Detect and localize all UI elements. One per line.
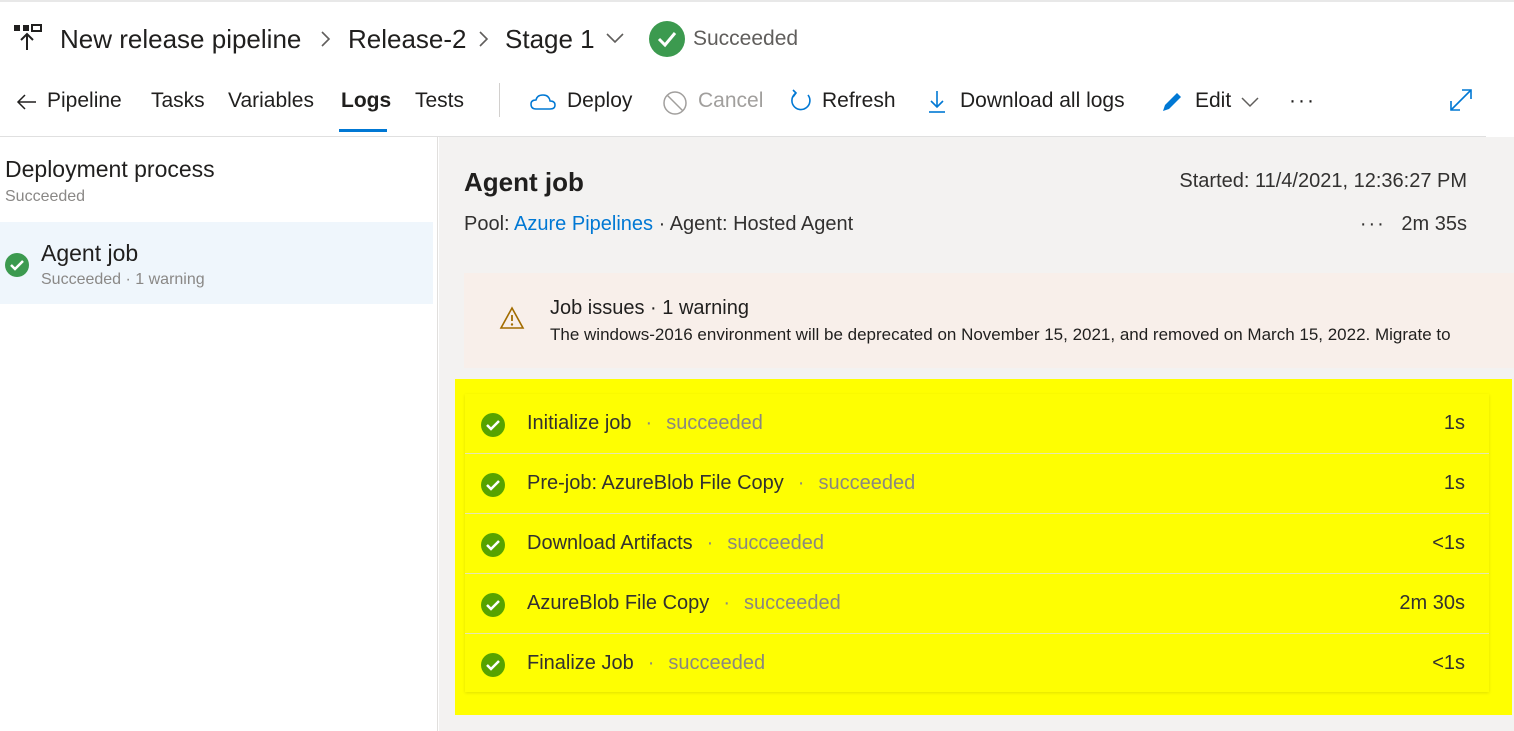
job-duration-row: ··· 2m 35s	[1360, 213, 1467, 236]
pool-link[interactable]: Azure Pipelines	[514, 213, 653, 235]
step-row[interactable]: Download Artifacts · succeeded <1s	[465, 514, 1489, 574]
active-tab-indicator	[339, 129, 387, 132]
check-circle-icon	[481, 473, 505, 497]
check-circle-icon	[481, 413, 505, 437]
breadcrumb-stage[interactable]: Stage 1	[505, 24, 595, 55]
cloud-icon	[530, 94, 556, 110]
step-status: succeeded	[727, 532, 825, 554]
refresh-label: Refresh	[822, 89, 896, 112]
step-name: Initialize job · succeeded	[527, 412, 763, 434]
step-label: Initialize job	[527, 412, 632, 434]
job-duration: 2m 35s	[1401, 213, 1467, 235]
cancel-button[interactable]: Cancel	[662, 89, 764, 115]
step-label: Download Artifacts	[527, 532, 693, 554]
deploy-button[interactable]: Deploy	[530, 89, 632, 113]
step-duration: 1s	[1443, 472, 1465, 494]
step-status: succeeded	[668, 652, 766, 674]
download-icon	[929, 91, 945, 113]
back-to-pipeline-button[interactable]: Pipeline	[16, 89, 122, 113]
succeeded-status-icon	[649, 21, 685, 57]
deployment-process-title: Deployment process	[5, 156, 215, 182]
top-border	[0, 0, 1514, 2]
step-row[interactable]: Finalize Job · succeeded <1s	[465, 634, 1489, 694]
step-status: succeeded	[743, 592, 841, 614]
pencil-icon	[1163, 93, 1181, 111]
step-name: Download Artifacts · succeeded	[527, 532, 825, 554]
step-label: Finalize Job	[527, 652, 634, 674]
step-label: Pre-job: AzureBlob File Copy	[527, 472, 784, 494]
step-status: succeeded	[666, 412, 763, 434]
step-row[interactable]: Initialize job · succeeded 1s	[465, 394, 1489, 454]
tab-tasks[interactable]: Tasks	[151, 89, 205, 113]
sidebar-item-agent-job[interactable]: Agent job Succeeded · 1 warning	[0, 222, 433, 304]
refresh-button[interactable]: Refresh	[789, 89, 896, 113]
step-name: Pre-job: AzureBlob File Copy · succeeded	[527, 472, 916, 494]
toolbar-divider	[499, 83, 500, 117]
step-name: Finalize Job · succeeded	[527, 652, 766, 674]
step-duration: 1s	[1443, 412, 1465, 434]
deployment-process-status: Succeeded	[5, 188, 86, 205]
step-row[interactable]: Pre-job: AzureBlob File Copy · succeeded 1…	[465, 454, 1489, 514]
cancel-icon	[663, 91, 687, 115]
stage-status-text: Succeeded	[693, 27, 799, 50]
chevron-right-icon	[479, 31, 489, 47]
toolbar: Pipeline Tasks Variables Logs Tests Depl…	[0, 80, 1514, 134]
step-status: succeeded	[818, 472, 916, 494]
warning-icon	[499, 306, 525, 329]
step-duration: 2m 30s	[1399, 592, 1465, 614]
agent-job-status: Succeeded · 1 warning	[41, 271, 205, 288]
step-duration: <1s	[1432, 652, 1465, 674]
step-label: AzureBlob File Copy	[527, 592, 710, 614]
check-circle-icon	[5, 253, 29, 277]
job-steps-list: Initialize job · succeeded 1s Pre-job: Azu…	[465, 394, 1489, 692]
release-pipeline-icon	[14, 24, 42, 50]
edit-label: Edit	[1195, 89, 1232, 112]
job-more-button[interactable]: ···	[1360, 213, 1386, 235]
deployment-process-panel: Deployment process Succeeded Agent job S…	[0, 137, 438, 731]
step-row[interactable]: AzureBlob File Copy · succeeded 2m 30s	[465, 574, 1489, 634]
job-started-time: Started: 11/4/2021, 12:36:27 PM	[1179, 170, 1467, 192]
job-pool-info: Pool: Azure Pipelines · Agent: Hosted Ag…	[464, 213, 853, 236]
check-circle-icon	[481, 653, 505, 677]
job-title: Agent job	[464, 167, 584, 197]
cancel-label: Cancel	[698, 89, 764, 112]
tab-variables[interactable]: Variables	[228, 89, 314, 113]
agent-info: · Agent: Hosted Agent	[658, 213, 854, 235]
pool-label: Pool:	[464, 213, 510, 235]
job-details-panel: Agent job Started: 11/4/2021, 12:36:27 P…	[439, 137, 1514, 731]
deploy-label: Deploy	[567, 89, 633, 112]
check-circle-icon	[481, 593, 505, 617]
download-label: Download all logs	[960, 89, 1125, 112]
chevron-down-icon[interactable]	[604, 30, 626, 46]
arrow-left-icon	[16, 94, 36, 110]
expand-icon[interactable]	[1449, 88, 1473, 112]
tab-logs[interactable]: Logs	[341, 89, 391, 113]
more-actions-button[interactable]: ···	[1289, 89, 1316, 113]
job-issues-message: The windows-2016 environment will be dep…	[550, 325, 1451, 344]
job-issues-banner: Job issues · 1 warning The windows-2016 …	[464, 273, 1514, 368]
check-circle-icon	[481, 533, 505, 557]
refresh-icon	[791, 89, 811, 111]
tab-tests[interactable]: Tests	[415, 89, 464, 113]
breadcrumb-release[interactable]: Release-2	[348, 24, 467, 55]
agent-job-name: Agent job	[41, 240, 139, 266]
step-duration: <1s	[1432, 532, 1465, 554]
chevron-right-icon	[321, 31, 331, 47]
breadcrumb-pipeline[interactable]: New release pipeline	[60, 24, 301, 55]
download-all-logs-button[interactable]: Download all logs	[927, 89, 1125, 113]
step-name: AzureBlob File Copy · succeeded	[527, 592, 841, 614]
edit-button[interactable]: Edit	[1160, 89, 1259, 113]
job-issues-title: Job issues · 1 warning	[550, 297, 749, 319]
chevron-down-icon	[1241, 97, 1259, 108]
back-label: Pipeline	[47, 89, 122, 112]
